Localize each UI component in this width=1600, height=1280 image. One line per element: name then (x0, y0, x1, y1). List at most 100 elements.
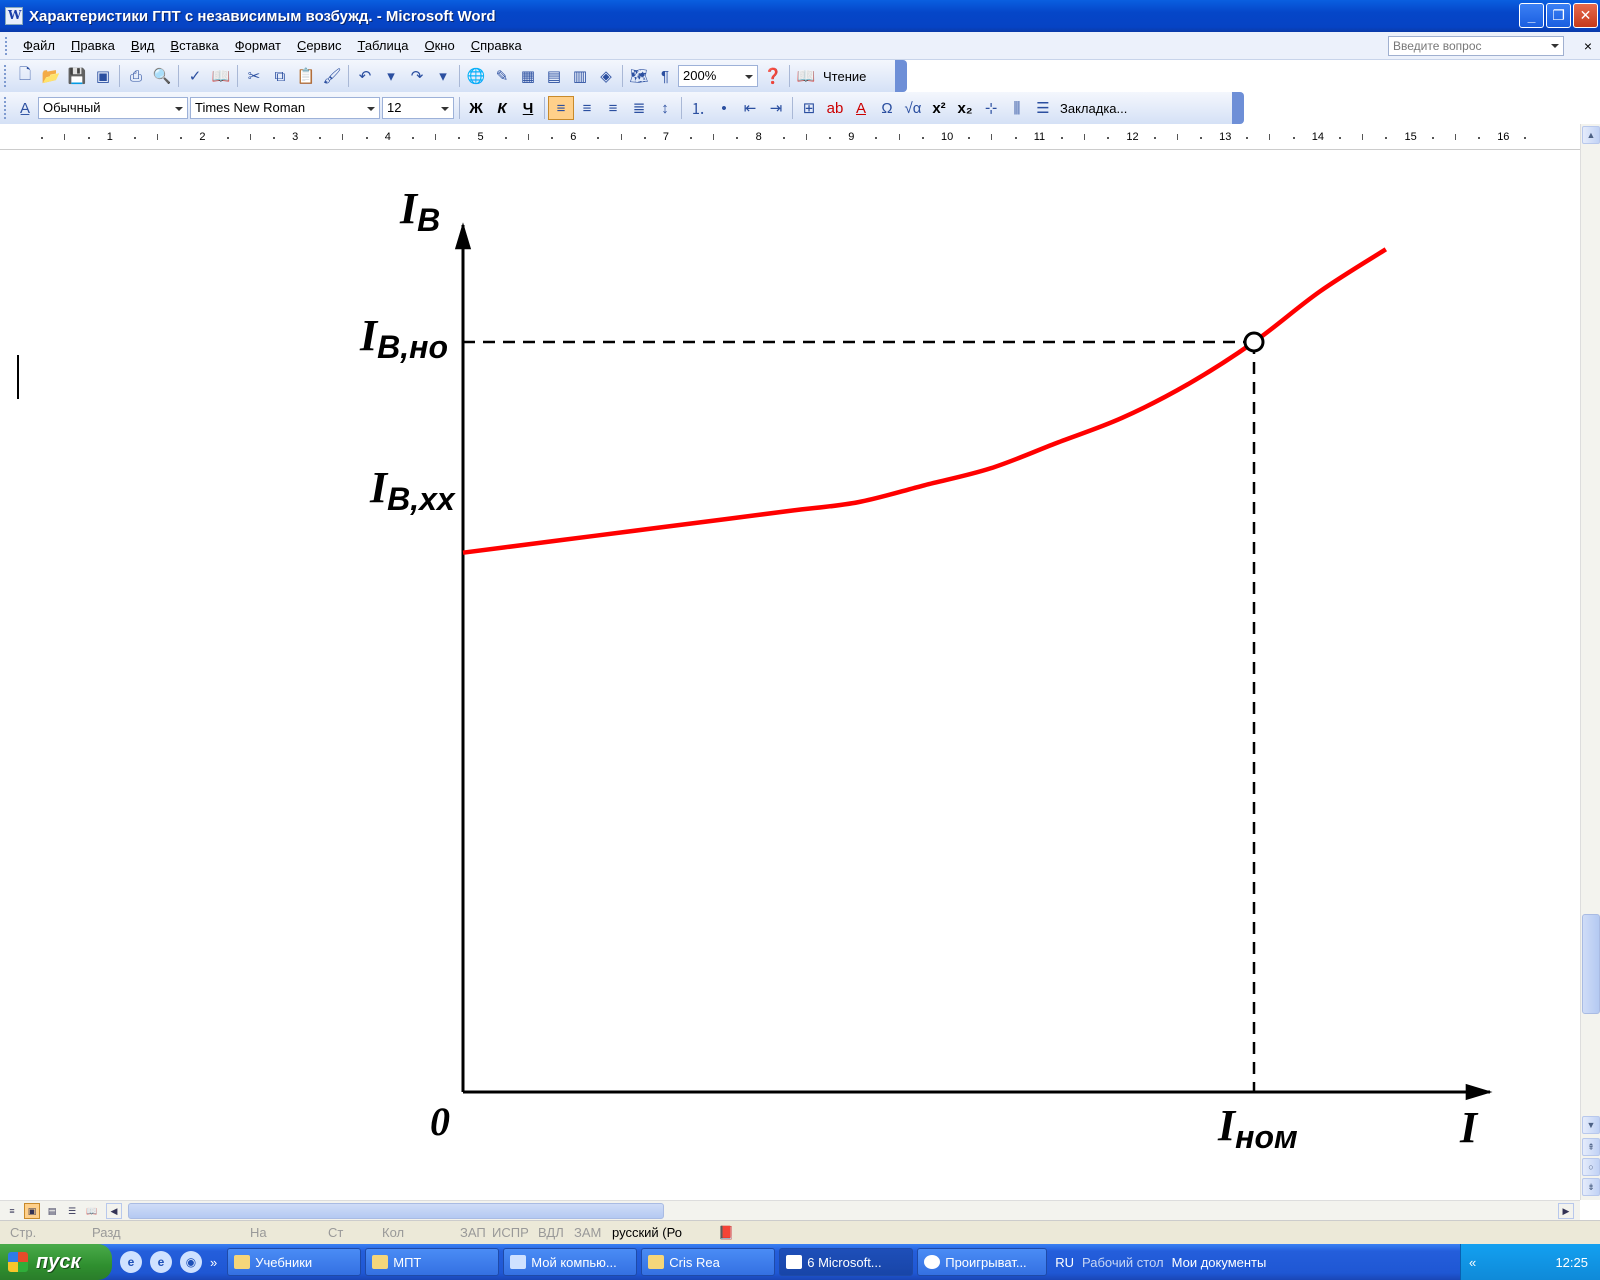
undo-dropdown-icon[interactable]: ▾ (378, 64, 404, 88)
task-cris-rea[interactable]: Cris Rea (641, 1248, 776, 1276)
paste-icon[interactable]: 📋 (293, 64, 319, 88)
spelling-icon[interactable]: ✓ (182, 64, 208, 88)
style-select[interactable]: Обычный (38, 97, 188, 119)
show-hide-icon[interactable]: ¶ (652, 64, 678, 88)
menu-grip[interactable] (5, 36, 9, 55)
tab-stops-icon[interactable]: ⫼ (1004, 96, 1030, 120)
bookmark-button[interactable]: Закладка... (1056, 101, 1131, 116)
insert-symbol-icon[interactable]: Ω (874, 96, 900, 120)
status-overtype[interactable]: ЗАМ (574, 1225, 601, 1240)
media-player-icon[interactable]: ◉ (180, 1251, 202, 1273)
status-language[interactable]: русский (Ро (612, 1225, 682, 1240)
insert-excel-icon[interactable]: ▤ (541, 64, 567, 88)
print-icon[interactable]: ⎙ (123, 64, 149, 88)
start-button[interactable]: пуск (0, 1244, 112, 1280)
align-center-icon[interactable]: ≡ (574, 96, 600, 120)
font-color-icon[interactable]: A (848, 96, 874, 120)
cut-icon[interactable]: ✂ (241, 64, 267, 88)
save-icon[interactable]: 💾 (64, 64, 90, 88)
browse-object-icon[interactable]: ○ (1582, 1158, 1600, 1176)
superscript-icon[interactable]: x² (926, 96, 952, 120)
underline-button[interactable]: Ч (515, 96, 541, 120)
hyperlink-icon[interactable]: 🌐 (463, 64, 489, 88)
vertical-scrollbar[interactable]: ▲ ▼ ⇞ ○ ⇟ (1580, 124, 1600, 1200)
bold-button[interactable]: Ж (463, 96, 489, 120)
scroll-down-icon[interactable]: ▼ (1582, 1116, 1600, 1134)
menu-help[interactable]: Справка (463, 38, 530, 53)
reading-mode-button[interactable]: Чтение (819, 69, 870, 84)
scroll-right-icon[interactable]: ▶ (1558, 1203, 1574, 1219)
help-question-input[interactable]: Введите вопрос (1388, 36, 1564, 56)
decrease-indent-icon[interactable]: ⇤ (737, 96, 763, 120)
increase-indent-icon[interactable]: ⇥ (763, 96, 789, 120)
reading-view-icon[interactable]: 📖 (84, 1203, 100, 1219)
copy-icon[interactable]: ⧉ (267, 64, 293, 88)
subscript-icon[interactable]: x₂ (952, 96, 978, 120)
language-indicator[interactable]: RU (1055, 1255, 1074, 1270)
menu-tools[interactable]: Сервис (289, 38, 350, 53)
quicklaunch-more-icon[interactable]: » (210, 1255, 217, 1270)
desktop-toolbar[interactable]: Рабочий стол (1082, 1255, 1164, 1270)
normal-view-icon[interactable]: ≡ (4, 1203, 20, 1219)
permission-icon[interactable]: ▣ (90, 64, 116, 88)
task-uchebniki[interactable]: Учебники (227, 1248, 362, 1276)
outline-view-icon[interactable]: ☰ (64, 1203, 80, 1219)
task-my-computer[interactable]: Мой компью... (503, 1248, 638, 1276)
research-icon[interactable]: 📖 (208, 64, 234, 88)
tables-borders-icon[interactable]: ✎ (489, 64, 515, 88)
drawing-icon[interactable]: ◈ (593, 64, 619, 88)
ie-alt-icon[interactable]: e (150, 1251, 172, 1273)
open-folder-icon[interactable]: 📂 (38, 64, 64, 88)
highlight-icon[interactable]: ab (822, 96, 848, 120)
menu-format[interactable]: Формат (227, 38, 289, 53)
horizontal-scroll-thumb[interactable] (128, 1203, 664, 1219)
bullets-icon[interactable]: • (711, 96, 737, 120)
menu-file[interactable]: Файл (15, 38, 63, 53)
previous-page-icon[interactable]: ⇞ (1582, 1138, 1600, 1156)
print-layout-icon[interactable]: ▤ (44, 1203, 60, 1219)
columns-icon[interactable]: ▥ (567, 64, 593, 88)
horizontal-ruler[interactable]: 1 2 3 4 5 6 7 8 9 10 11 12 13 14 15 16 (0, 124, 1580, 150)
font-select[interactable]: Times New Roman (190, 97, 380, 119)
spelling-status-icon[interactable]: 📕 (718, 1225, 734, 1241)
insert-table-icon[interactable]: ▦ (515, 64, 541, 88)
toolbar-options-icon[interactable] (895, 60, 907, 92)
task-player[interactable]: Проигрыват... (917, 1248, 1048, 1276)
toolbar-grip[interactable] (4, 97, 8, 119)
internet-explorer-icon[interactable]: e (120, 1251, 142, 1273)
status-extend[interactable]: ВДЛ (538, 1225, 564, 1240)
help-icon[interactable]: ❓ (760, 64, 786, 88)
menu-table[interactable]: Таблица (349, 38, 416, 53)
zoom-select[interactable]: 200% (678, 65, 758, 87)
maximize-button[interactable]: ❐ (1546, 3, 1571, 28)
menu-view[interactable]: Вид (123, 38, 163, 53)
document-close-icon[interactable]: × (1584, 38, 1592, 54)
toolbar-options-icon[interactable] (1232, 92, 1244, 124)
task-microsoft-word[interactable]: 6 Microsoft... (779, 1248, 914, 1276)
status-record[interactable]: ЗАП (460, 1225, 486, 1240)
menu-window[interactable]: Окно (416, 38, 462, 53)
align-right-icon[interactable]: ≡ (600, 96, 626, 120)
task-mpt[interactable]: МПТ (365, 1248, 500, 1276)
web-view-icon[interactable]: ▣ (24, 1203, 40, 1219)
line-spacing-icon[interactable]: ↕ (652, 96, 678, 120)
menu-edit[interactable]: Правка (63, 38, 123, 53)
minimize-button[interactable]: _ (1519, 3, 1544, 28)
justify-icon[interactable]: ≣ (626, 96, 652, 120)
align-left-icon[interactable]: ≡ (548, 96, 574, 120)
close-button[interactable]: ✕ (1573, 3, 1598, 28)
styles-pane-icon[interactable]: A̲ (12, 96, 38, 120)
scroll-up-icon[interactable]: ▲ (1582, 126, 1600, 144)
format-painter-icon[interactable]: 🖌 (319, 64, 345, 88)
equation-icon[interactable]: √α (900, 96, 926, 120)
word-app-icon[interactable] (5, 7, 23, 25)
next-page-icon[interactable]: ⇟ (1582, 1178, 1600, 1196)
new-document-icon[interactable]: 🗋 (12, 64, 38, 88)
borders-icon[interactable]: ⊞ (796, 96, 822, 120)
font-size-select[interactable]: 12 (382, 97, 454, 119)
document-map-icon[interactable]: 🗺 (626, 64, 652, 88)
grid-icon[interactable]: ⊹ (978, 96, 1004, 120)
my-documents-toolbar[interactable]: Мои документы (1172, 1255, 1267, 1270)
numbering-icon[interactable]: ⒈ (685, 96, 711, 120)
redo-icon[interactable]: ↷ (404, 64, 430, 88)
